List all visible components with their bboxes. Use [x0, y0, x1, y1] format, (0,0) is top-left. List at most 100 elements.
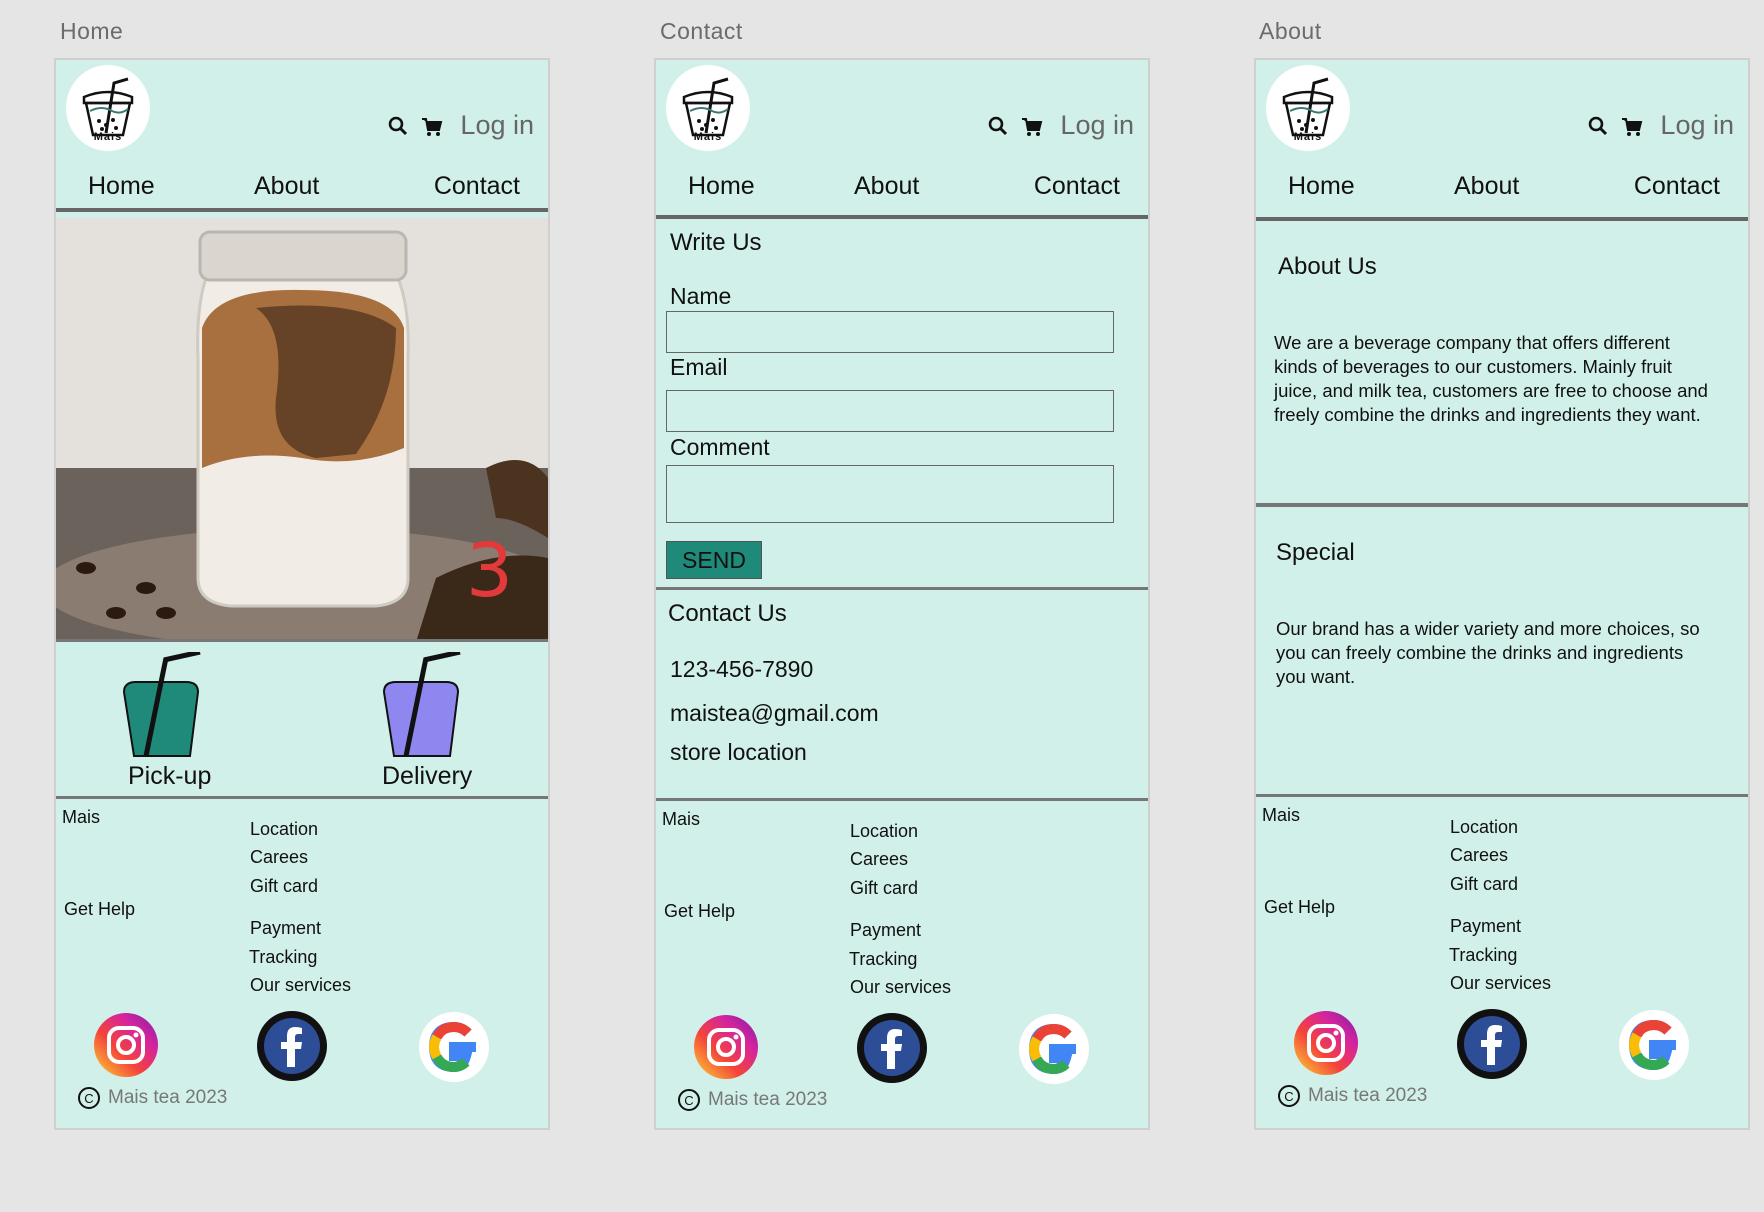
facebook-icon[interactable] [1455, 1007, 1529, 1081]
special-section: Special Our brand has a wider variety an… [1256, 507, 1748, 797]
copyright-text: Mais tea 2023 [1308, 1085, 1428, 1106]
login-link[interactable]: Log in [460, 110, 534, 141]
pickup-cup-icon[interactable] [116, 652, 216, 762]
comment-label: Comment [670, 434, 770, 460]
nav-contact[interactable]: Contact [1634, 172, 1720, 201]
header: Mais Log in [656, 60, 1148, 156]
footer-link[interactable]: Location [250, 819, 318, 840]
footer: Mais Location Carees Gift card Get Help … [56, 799, 548, 1123]
footer-link[interactable]: Gift card [250, 876, 318, 897]
footer-link[interactable]: Our services [1450, 973, 1551, 994]
footer-link[interactable]: Carees [850, 849, 908, 870]
google-icon[interactable] [1618, 1009, 1690, 1081]
footer-brand: Mais [62, 807, 101, 827]
header-actions: Log in [386, 110, 534, 141]
copyright-text: Mais tea 2023 [708, 1089, 828, 1110]
footer-link[interactable]: Our services [850, 977, 951, 998]
cart-icon[interactable] [1620, 114, 1644, 138]
contact-us-title: Contact Us [668, 600, 787, 627]
google-icon[interactable] [418, 1011, 490, 1083]
copyright: C Mais tea 2023 [678, 1089, 827, 1111]
send-button[interactable]: SEND [666, 541, 762, 579]
instagram-icon[interactable] [692, 1013, 760, 1081]
name-field[interactable] [666, 311, 1114, 353]
email-field[interactable] [666, 390, 1114, 432]
logo-text: Mais [693, 131, 723, 143]
nav-home[interactable]: Home [88, 172, 155, 201]
footer-get-help: Get Help [64, 899, 136, 919]
about-us-title: About Us [1278, 253, 1377, 280]
hero-image: 3 [56, 218, 548, 642]
nav-about[interactable]: About [854, 172, 919, 201]
copyright: C Mais tea 2023 [1278, 1085, 1427, 1107]
logo-text: Mais [1293, 131, 1323, 143]
special-title: Special [1276, 539, 1355, 566]
footer-link[interactable]: Carees [1450, 845, 1508, 866]
facebook-icon[interactable] [855, 1011, 929, 1085]
frame-title-contact: Contact [660, 18, 743, 44]
footer-link[interactable]: Gift card [850, 878, 918, 899]
footer-link[interactable]: Tracking [249, 947, 317, 968]
nav-about[interactable]: About [254, 172, 319, 201]
facebook-icon[interactable] [255, 1009, 329, 1083]
search-icon[interactable] [1586, 114, 1610, 138]
footer-link[interactable]: Location [850, 821, 918, 842]
home-frame: Mais Log in Home About Contact 3 Pick-up… [54, 58, 550, 1130]
phone-number[interactable]: 123-456-7890 [670, 656, 813, 683]
footer-link[interactable]: Tracking [849, 949, 917, 970]
footer-link[interactable]: Payment [1450, 916, 1521, 937]
footer-brand: Mais [1262, 805, 1301, 825]
copyright: C Mais tea 2023 [78, 1087, 227, 1109]
nav-about[interactable]: About [1454, 172, 1519, 201]
cart-icon[interactable] [1020, 114, 1044, 138]
delivery-cup-icon[interactable] [376, 652, 476, 762]
footer-link[interactable]: Payment [250, 918, 321, 939]
logo[interactable]: Mais [666, 65, 750, 151]
header-actions: Log in [986, 110, 1134, 141]
footer-link[interactable]: Gift card [1450, 874, 1518, 895]
footer-get-help: Get Help [664, 901, 736, 921]
nav-home[interactable]: Home [688, 172, 755, 201]
delivery-label[interactable]: Delivery [382, 762, 472, 791]
footer-link[interactable]: Carees [250, 847, 308, 868]
order-options: Pick-up Delivery [56, 642, 548, 799]
red-annotation: 3 [466, 528, 514, 614]
search-icon[interactable] [986, 114, 1010, 138]
login-link[interactable]: Log in [1060, 110, 1134, 141]
copyright-icon: C [78, 1087, 100, 1109]
pickup-label[interactable]: Pick-up [128, 762, 211, 791]
contact-us-section: Contact Us 123-456-7890 maistea@gmail.co… [656, 590, 1148, 801]
footer-link[interactable]: Payment [850, 920, 921, 941]
google-icon[interactable] [1018, 1013, 1090, 1085]
write-us-form: Write Us Name Email Comment SEND [656, 219, 1148, 590]
nav-home[interactable]: Home [1288, 172, 1355, 201]
comment-field[interactable] [666, 465, 1114, 523]
copyright-text: Mais tea 2023 [108, 1087, 228, 1108]
nav-contact[interactable]: Contact [434, 172, 520, 201]
copyright-icon: C [1278, 1085, 1300, 1107]
email-label: Email [670, 354, 728, 380]
store-location[interactable]: store location [670, 739, 807, 766]
logo[interactable]: Mais [66, 65, 150, 151]
logo-text: Mais [93, 131, 123, 143]
main-nav: Home About Contact [656, 156, 1148, 219]
instagram-icon[interactable] [1292, 1009, 1360, 1077]
search-icon[interactable] [386, 114, 410, 138]
about-us-text: We are a beverage company that offers di… [1274, 332, 1708, 425]
email-address[interactable]: maistea@gmail.com [670, 700, 879, 727]
header: Mais Log in [56, 60, 548, 156]
footer-get-help: Get Help [1264, 897, 1336, 917]
nav-contact[interactable]: Contact [1034, 172, 1120, 201]
about-us-section: About Us We are a beverage company that … [1256, 221, 1748, 507]
footer-link[interactable]: Location [1450, 817, 1518, 838]
footer-brand: Mais [662, 809, 701, 829]
contact-frame: Mais Log in Home About Contact Write Us … [654, 58, 1150, 1130]
frame-title-home: Home [60, 18, 124, 44]
instagram-icon[interactable] [92, 1011, 160, 1079]
login-link[interactable]: Log in [1660, 110, 1734, 141]
logo[interactable]: Mais [1266, 65, 1350, 151]
footer-link[interactable]: Tracking [1449, 945, 1517, 966]
footer-link[interactable]: Our services [250, 975, 351, 996]
special-text: Our brand has a wider variety and more c… [1276, 618, 1700, 687]
cart-icon[interactable] [420, 114, 444, 138]
